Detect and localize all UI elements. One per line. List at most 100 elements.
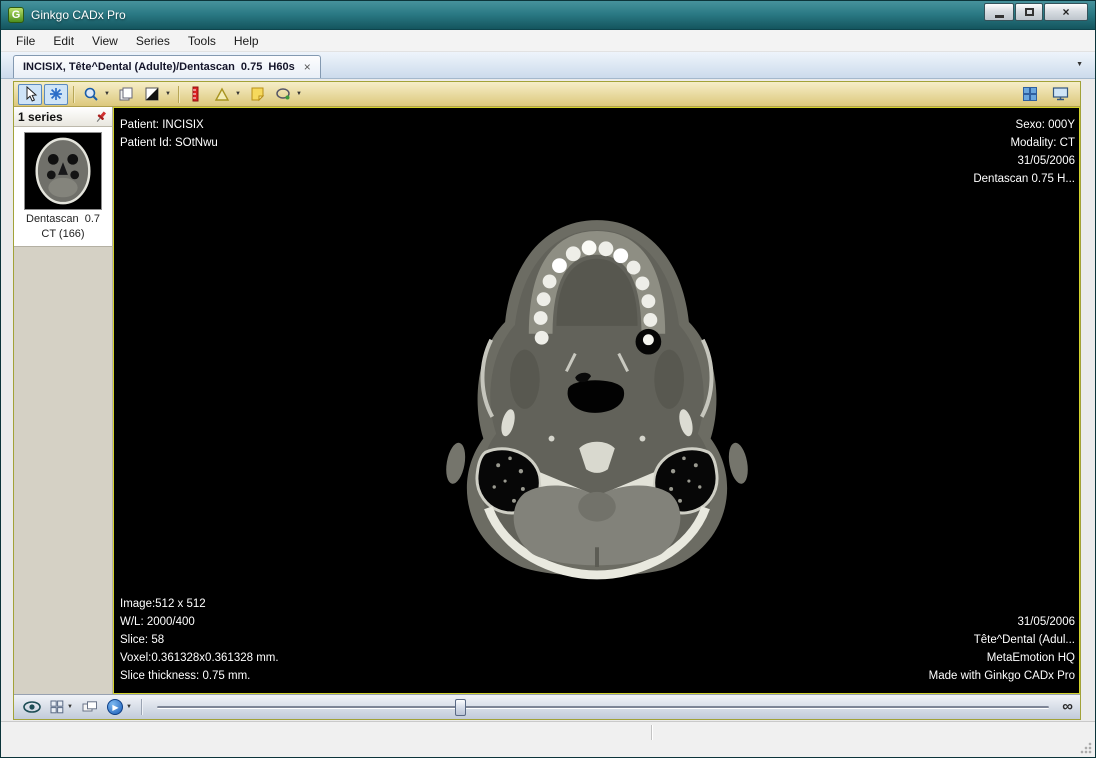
zoom-dropdown-icon[interactable]: ▼: [104, 91, 112, 97]
overlay-voxel-size: Voxel:0.361328x0.361328 mm.: [120, 652, 279, 664]
overlay-institution: MetaEmotion HQ: [986, 652, 1075, 664]
body-row: 1 series Dentascan 0.7 CT (166) Patient:…: [14, 107, 1080, 694]
note-icon: [251, 87, 264, 102]
overlay-sex: Sexo: 000Y: [1015, 119, 1075, 131]
study-tab-label: INCISIX, Tête^Dental (Adulte)/Dentascan …: [23, 61, 295, 73]
viewport[interactable]: Patient: INCISIX Patient Id: SOtNwu Sexo…: [113, 107, 1080, 694]
ruler-icon: [192, 86, 199, 102]
series-count-label: 1 series: [18, 109, 63, 124]
title-bar[interactable]: G Ginkgo CADx Pro ×: [1, 1, 1095, 30]
pointer-tool-button[interactable]: [18, 83, 42, 105]
ruler-tool-button[interactable]: [184, 84, 208, 105]
overlay-study-description: Tête^Dental (Adul...: [973, 634, 1075, 646]
folders-icon: [82, 701, 97, 712]
toolbar-separator: [178, 85, 179, 103]
pan-tool-button[interactable]: [44, 83, 68, 105]
zoom-tool-group: ▼: [79, 84, 112, 105]
window-level-tool-group: ▼: [140, 84, 173, 105]
bottom-bar-separator: [141, 699, 142, 715]
close-button[interactable]: ×: [1044, 3, 1088, 21]
ellipse-icon: [276, 88, 290, 100]
overlay-patient-name: Patient: INCISIX: [120, 119, 204, 131]
overlay-patient-id: Patient Id: SOtNwu: [120, 137, 218, 149]
tab-bar: INCISIX, Tête^Dental (Adulte)/Dentascan …: [1, 52, 1095, 79]
ct-axial-image: [445, 219, 748, 579]
series-browser-button[interactable]: [80, 697, 100, 717]
viewer-bottom-bar: ▼ ▶ ▼ ∞: [14, 694, 1080, 719]
layout-grid-button[interactable]: [1018, 84, 1042, 105]
menu-edit[interactable]: Edit: [44, 31, 83, 51]
eye-icon: [23, 701, 41, 713]
layout-dropdown-icon[interactable]: ▼: [67, 704, 75, 710]
overlay-top-left: Patient: INCISIX Patient Id: SOtNwu: [120, 116, 218, 152]
overlay-bottom-left: Image:512 x 512 W/L: 2000/400 Slice: 58 …: [120, 595, 279, 685]
menu-bar: File Edit View Series Tools Help: [1, 30, 1095, 52]
menu-tools[interactable]: Tools: [179, 31, 225, 51]
slice-slider[interactable]: [157, 695, 1050, 719]
visibility-button[interactable]: [21, 697, 43, 717]
toolbar-separator: [73, 85, 74, 103]
app-icon: G: [8, 7, 24, 23]
layout-grid-small-icon: [50, 700, 64, 714]
menu-file[interactable]: File: [7, 31, 44, 51]
overlay-slice-thickness: Slice thickness: 0.75 mm.: [120, 670, 251, 682]
resize-grip[interactable]: [1080, 742, 1092, 754]
cine-group: ▶ ▼: [105, 697, 134, 717]
study-tab[interactable]: INCISIX, Tête^Dental (Adulte)/Dentascan …: [13, 55, 321, 78]
layers-tool-button[interactable]: [114, 84, 138, 105]
minimize-icon: [994, 14, 1004, 18]
ellipse-dropdown-icon[interactable]: ▼: [296, 91, 304, 97]
play-icon: ▶: [107, 699, 123, 715]
overlay-slice-number: Slice: 58: [120, 634, 165, 646]
window-level-dropdown-icon[interactable]: ▼: [165, 91, 173, 97]
series-thumbnail[interactable]: [24, 132, 102, 210]
tab-list-dropdown-button[interactable]: ▼: [1073, 60, 1086, 69]
magnifier-icon: [84, 87, 98, 101]
overlay-study-date: 31/05/2006: [1017, 155, 1075, 167]
angle-icon: [214, 87, 230, 101]
series-sidebar: 1 series Dentascan 0.7 CT (166): [14, 107, 113, 694]
pointer-icon: [26, 86, 37, 102]
workspace-panel: ▼ ▼ ▼ ▼ 1 series Dentascan 0.7 CT (166) …: [13, 81, 1081, 720]
angle-tool-button[interactable]: [210, 84, 234, 105]
contrast-icon: [145, 87, 159, 101]
series-item[interactable]: Dentascan 0.7 CT (166): [14, 127, 112, 247]
series-info-label: CT (166): [41, 228, 85, 240]
app-window: G Ginkgo CADx Pro × File Edit View Serie…: [0, 0, 1096, 758]
fullscreen-monitor-button[interactable]: [1048, 84, 1072, 105]
overlay-bottom-right: 31/05/2006 Tête^Dental (Adul... MetaEmot…: [929, 613, 1075, 685]
maximize-icon: [1024, 8, 1034, 16]
window-controls: ×: [984, 3, 1088, 21]
pin-icon[interactable]: [94, 110, 108, 124]
viewport-layout-group: ▼: [48, 697, 75, 717]
status-bar: [1, 721, 1095, 757]
minimize-button[interactable]: [984, 3, 1014, 21]
window-level-tool-button[interactable]: [140, 84, 164, 105]
toolbar-right-group: [1018, 84, 1076, 105]
series-panel-header: 1 series: [14, 107, 112, 127]
angle-dropdown-icon[interactable]: ▼: [235, 91, 243, 97]
overlay-top-right: Sexo: 000Y Modality: CT 31/05/2006 Denta…: [973, 116, 1075, 188]
ellipse-tool-group: ▼: [271, 84, 304, 105]
zoom-tool-button[interactable]: [79, 84, 103, 105]
menu-view[interactable]: View: [83, 31, 127, 51]
monitor-icon: [1052, 87, 1068, 101]
overlay-modality: Modality: CT: [1010, 137, 1075, 149]
menu-series[interactable]: Series: [127, 31, 179, 51]
status-bar-divider: [651, 725, 652, 740]
grid-icon: [1023, 87, 1037, 101]
angle-tool-group: ▼: [210, 84, 243, 105]
viewport-layout-button[interactable]: [48, 697, 66, 717]
play-dropdown-icon[interactable]: ▼: [126, 704, 134, 710]
sync-series-button[interactable]: ∞: [1062, 699, 1073, 714]
slice-slider-track[interactable]: [157, 706, 1050, 709]
annotation-tool-button[interactable]: [245, 84, 269, 105]
toolbar: ▼ ▼ ▼ ▼: [14, 82, 1080, 107]
maximize-button[interactable]: [1015, 3, 1043, 21]
menu-help[interactable]: Help: [225, 31, 268, 51]
ellipse-tool-button[interactable]: [271, 84, 295, 105]
tab-close-icon[interactable]: ×: [304, 61, 311, 73]
cine-play-button[interactable]: ▶: [105, 697, 125, 717]
overlay-series-description: Dentascan 0.75 H...: [973, 173, 1075, 185]
slice-slider-handle[interactable]: [455, 699, 467, 716]
